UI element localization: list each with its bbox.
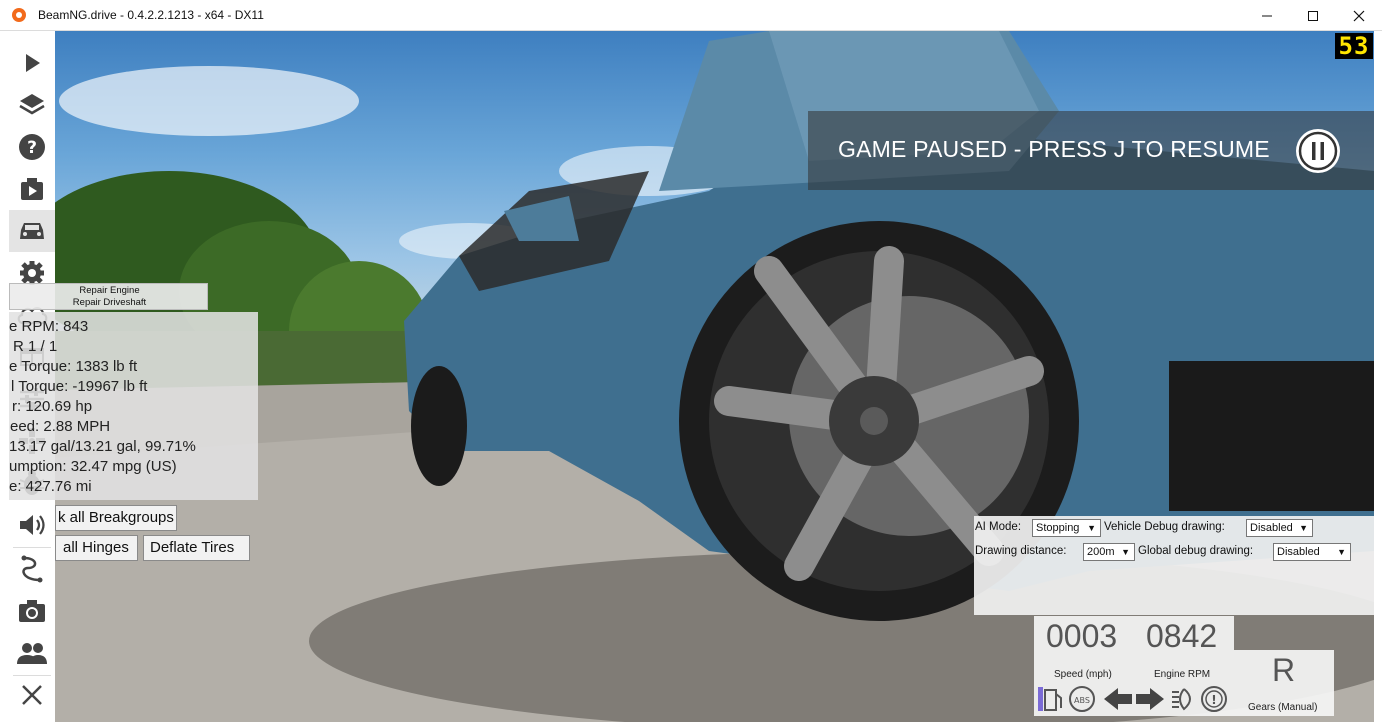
maximize-button[interactable] — [1290, 0, 1336, 31]
brake-warning-icon: ! — [1201, 686, 1227, 712]
chevron-down-icon: ▼ — [1299, 523, 1308, 533]
break-all-breakgroups-button[interactable]: k all Breakgroups — [55, 505, 177, 531]
ai-mode-label: AI Mode: — [975, 521, 1022, 533]
turn-signal-icon — [1104, 688, 1164, 710]
users-icon — [17, 643, 47, 664]
drawing-distance-label: Drawing distance: — [975, 545, 1067, 557]
fps-counter: 53 — [1335, 33, 1373, 59]
break-all-hinges-button[interactable]: all Hinges — [55, 535, 138, 561]
play-icon — [26, 54, 40, 72]
chevron-down-icon: ▼ — [1087, 523, 1096, 533]
chevron-down-icon: ▼ — [1337, 547, 1346, 557]
beamng-app-icon — [12, 8, 26, 22]
vehicle-stats-panel: e RPM: 843 R 1 / 1 e Torque: 1383 lb ft … — [9, 312, 258, 500]
sidebar-item-multiplayer[interactable] — [9, 632, 55, 674]
minimize-button[interactable] — [1244, 0, 1290, 31]
stat-speed: eed: 2.88 MPH — [10, 418, 111, 435]
stat-range: e: 427.76 mi — [9, 478, 92, 495]
deflate-tires-button[interactable]: Deflate Tires — [143, 535, 250, 561]
headlight-icon — [1172, 688, 1191, 711]
gear-indicator: R — [1272, 652, 1296, 688]
stat-engine-rpm: e RPM: 843 — [9, 318, 89, 335]
digital-gauges: 0003 0842 — [1034, 616, 1234, 654]
svg-text:ABS: ABS — [1074, 696, 1090, 705]
ai-mode-select[interactable]: Stopping ▼ — [1032, 519, 1101, 537]
sidebar-item-close[interactable] — [9, 674, 55, 716]
gear-mode-label: Gears (Manual) — [1248, 702, 1318, 713]
sound-icon — [20, 515, 45, 535]
camera-icon — [19, 600, 45, 622]
dash-warning-lights: ABS ! — [1038, 686, 1227, 712]
global-debug-label: Global debug drawing: — [1138, 545, 1254, 557]
stat-consumption: umption: 32.47 mpg (US) — [9, 458, 177, 475]
stat-fuel: 13.17 gal/13.21 gal, 99.71% — [9, 438, 196, 455]
sidebar-item-photo-mode[interactable] — [9, 590, 55, 632]
drawing-distance-select[interactable]: 200m ▼ — [1083, 543, 1135, 561]
sidebar-item-track-builder[interactable] — [9, 548, 55, 590]
close-window-button[interactable] — [1336, 0, 1382, 31]
close-icon — [1353, 10, 1365, 21]
speed-label: Speed (mph) — [1054, 669, 1112, 680]
sidebar-item-play[interactable] — [9, 42, 55, 84]
repair-driveshaft-button[interactable]: Repair Driveshaft — [10, 297, 209, 308]
pause-banner: GAME PAUSED - PRESS J TO RESUME — [808, 111, 1374, 190]
stat-power: r: 120.69 hp — [12, 398, 93, 415]
stat-gear: R 1 / 1 — [13, 338, 58, 355]
sidebar-item-help[interactable]: ? — [9, 126, 55, 168]
vehicle-debug-label: Vehicle Debug drawing: — [1104, 521, 1225, 533]
repair-panel: Repair Engine Repair Driveshaft — [9, 283, 208, 310]
help-icon: ? — [19, 134, 45, 160]
scenario-icon — [21, 178, 43, 200]
ai-mode-value: Stopping — [1036, 522, 1080, 534]
resume-button[interactable] — [1294, 127, 1342, 175]
sidebar-item-vehicles[interactable] — [9, 210, 55, 252]
sidebar-item-layers[interactable] — [9, 84, 55, 126]
vehicle-debug-select[interactable]: Disabled ▼ — [1246, 519, 1313, 537]
stat-engine-torque: e Torque: 1383 lb ft — [9, 358, 138, 375]
global-debug-select[interactable]: Disabled ▼ — [1273, 543, 1351, 561]
track-icon — [21, 555, 43, 583]
car-icon — [20, 223, 44, 239]
ai-debug-panel: AI Mode: Stopping ▼ Vehicle Debug drawing… — [974, 516, 1374, 615]
repair-engine-button[interactable]: Repair Engine — [10, 285, 209, 296]
layers-icon — [19, 94, 45, 115]
sidebar-item-scenarios[interactable] — [9, 168, 55, 210]
stat-wheel-torque: l Torque: -19967 lb ft — [11, 378, 148, 395]
svg-text:!: ! — [1211, 693, 1216, 707]
global-debug-value: Disabled — [1277, 546, 1320, 558]
drawing-distance-value: 200m — [1087, 546, 1115, 558]
fuel-icon — [1038, 687, 1062, 711]
window-title: BeamNG.drive - 0.4.2.2.1213 - x64 - DX11 — [38, 8, 264, 22]
pause-message: GAME PAUSED - PRESS J TO RESUME — [838, 136, 1270, 162]
svg-text:?: ? — [27, 138, 37, 158]
dashboard-panel: Speed (mph) Engine RPM R Gears (Manual) … — [1034, 650, 1334, 716]
rpm-label: Engine RPM — [1154, 669, 1211, 680]
window-titlebar: BeamNG.drive - 0.4.2.2.1213 - x64 - DX11 — [0, 0, 1382, 31]
chevron-down-icon: ▼ — [1121, 547, 1130, 557]
minimize-icon — [1262, 15, 1272, 16]
vehicle-debug-value: Disabled — [1250, 522, 1293, 534]
close-icon — [22, 685, 42, 705]
sidebar-item-audio[interactable] — [9, 504, 55, 546]
maximize-icon — [1308, 10, 1318, 21]
abs-icon: ABS — [1069, 686, 1095, 712]
